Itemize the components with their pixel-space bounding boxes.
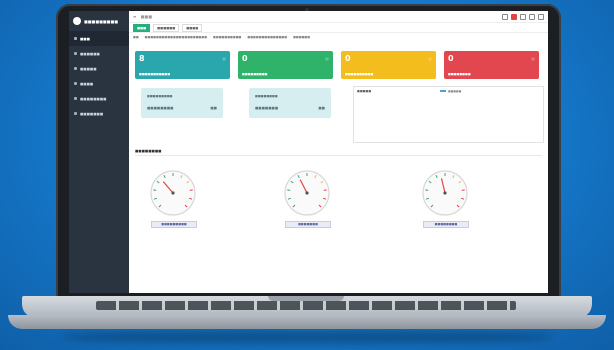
- chart-title: ■■■■■: [357, 89, 372, 93]
- gauges-section-title: ■■■■■■■■: [135, 149, 162, 153]
- sidebar-item-label: ■■■■: [80, 81, 94, 86]
- gauge-dial: [284, 170, 330, 216]
- legend-label: ■■■■■: [448, 89, 462, 93]
- topbar-left: ≡ ■■■: [133, 14, 152, 19]
- topbar-title: ■■■: [140, 14, 152, 19]
- topbar: ≡ ■■■: [129, 11, 548, 23]
- sidebar-item[interactable]: ■■■■■■: [69, 46, 129, 61]
- stat-card-label: ■■■■■■■■■■: [345, 72, 374, 76]
- list-icon: [74, 67, 77, 70]
- stat-card-value: 0: [448, 54, 454, 63]
- sidebar-item-label: ■■■■■■■■: [80, 96, 107, 101]
- gauge: [143, 163, 203, 223]
- laptop-shadow: [60, 330, 554, 344]
- gauge-label: ■■■■■■■: [285, 221, 331, 228]
- notification-icon[interactable]: [511, 13, 517, 20]
- user-icon[interactable]: [538, 13, 544, 20]
- stat-card-value: 0: [345, 54, 351, 63]
- mini-card-2[interactable]: ■■■■■■■■ ■■■■■■■ ■■: [249, 88, 331, 118]
- stat-card-icon: ▦: [428, 56, 432, 61]
- sidebar-item[interactable]: ■■■■: [69, 76, 129, 91]
- mini-card-title: ■■■■■■■■: [255, 94, 278, 98]
- breadcrumb: ■■ ■■■■■■■■■■■■■■■■■■■■■■ ■■■■■■■■■■ ■■■■■■…: [129, 33, 548, 41]
- stat-card-label: ■■■■■■■■: [448, 72, 471, 76]
- gauge-dial: [150, 170, 196, 216]
- brand[interactable]: ■■■■■■■■■: [69, 11, 129, 31]
- stat-card[interactable]: 0 ■■■■■■■■ ▦: [444, 51, 539, 79]
- legend-swatch: [440, 90, 446, 92]
- lid-notch: [268, 296, 344, 301]
- sidebar-item[interactable]: ■■■■■: [69, 61, 129, 76]
- stat-card-label: ■■■■■■■■■■■: [139, 72, 171, 76]
- sidebar-item-label: ■■■■■■■: [80, 111, 104, 116]
- gauge-hub: [305, 191, 309, 195]
- gauge-label: ■■■■■■■■■: [151, 221, 197, 228]
- chart-icon: [74, 97, 77, 100]
- gauge-label: ■■■■■■■■: [423, 221, 469, 228]
- stat-cards: 8 ■■■■■■■■■■■ ▦ 0 ■■■■■■■■■ ▦ 0 ■■■■■■■■■■ ▦ 0 ■■■…: [135, 51, 539, 79]
- laptop-base-lip: [8, 315, 606, 329]
- dashboard-content: 8 ■■■■■■■■■■■ ▦ 0 ■■■■■■■■■ ▦ 0 ■■■■■■■■■■ ▦ 0 ■■■…: [129, 41, 548, 293]
- mini-card-title: ■■■■■■■■■: [147, 94, 173, 98]
- stat-card-icon: ▦: [325, 56, 329, 61]
- stat-card-icon: ▦: [531, 56, 535, 61]
- section-divider: [135, 155, 542, 156]
- breadcrumb-item[interactable]: ■■■■■■■■■■■■■■: [247, 35, 287, 39]
- stat-card-value: 0: [242, 54, 248, 63]
- stat-card[interactable]: 8 ■■■■■■■■■■■ ▦: [135, 51, 230, 79]
- sidebar-item[interactable]: ■■■■■■■: [69, 106, 129, 121]
- breadcrumb-item[interactable]: ■■■■■■■■■■: [213, 35, 241, 39]
- tab[interactable]: ■■■■: [182, 23, 203, 32]
- gear-icon: [74, 82, 77, 85]
- tab[interactable]: ■■■■■■: [153, 23, 180, 32]
- gauge: [277, 163, 337, 223]
- monitor-icon: [74, 52, 77, 55]
- gauge-dial: [422, 170, 468, 216]
- mini-card-badge: ■■: [210, 106, 217, 110]
- gauge: [415, 163, 475, 223]
- laptop-mockup: ■■■■■■■■■ ■■■ ■■■■■■ ■■■■■ ■■■■ ■■■■■■■■ ■■■■…: [0, 0, 614, 350]
- sidebar-item[interactable]: ■■■: [69, 31, 129, 46]
- sidebar-item-label: ■■■■■■: [80, 51, 100, 56]
- breadcrumb-item[interactable]: ■■: [133, 35, 139, 39]
- stat-card[interactable]: 0 ■■■■■■■■■ ▦: [238, 51, 333, 79]
- logo-icon: [73, 17, 81, 25]
- mini-card-value: ■■■■■■■: [255, 106, 279, 110]
- breadcrumb-item[interactable]: ■■■■■■: [293, 35, 310, 39]
- brand-text: ■■■■■■■■■: [84, 18, 119, 24]
- main-area: ≡ ■■■ ■■■ ■■■■■■ ■■■■ ■■ ■■■■■■■■■■■■■■■■■■…: [129, 11, 548, 293]
- fullscreen-icon[interactable]: [520, 13, 526, 20]
- keyboard-strip: [96, 301, 516, 310]
- mini-card-badge: ■■: [318, 106, 325, 110]
- sidebar-item[interactable]: ■■■■■■■■: [69, 91, 129, 106]
- gauge-hub: [171, 191, 175, 195]
- mini-card-value: ■■■■■■■■: [147, 106, 174, 110]
- sidebar-item-label: ■■■: [80, 36, 90, 41]
- topbar-icons: [502, 13, 544, 20]
- sidebar: ■■■■■■■■■ ■■■ ■■■■■■ ■■■■■ ■■■■ ■■■■■■■■ ■■■■…: [69, 11, 129, 293]
- chart-panel: ■■■■■ ■■■■■: [353, 86, 544, 143]
- stat-card-value: 8: [139, 54, 145, 63]
- menu-icon: [74, 37, 77, 40]
- mini-card-1[interactable]: ■■■■■■■■■ ■■■■■■■■ ■■: [141, 88, 223, 118]
- gauge-hub: [443, 191, 447, 195]
- stat-card-label: ■■■■■■■■■: [242, 72, 268, 76]
- menu-toggle-icon[interactable]: ≡: [133, 14, 136, 19]
- sidebar-item-label: ■■■■■: [80, 66, 97, 71]
- breadcrumb-item[interactable]: ■■■■■■■■■■■■■■■■■■■■■■: [145, 35, 207, 39]
- stat-card-icon: ▦: [222, 56, 226, 61]
- tab-bar: ■■■ ■■■■■■ ■■■■: [129, 23, 548, 33]
- user-icon: [74, 112, 77, 115]
- tab[interactable]: ■■■: [133, 23, 151, 32]
- stat-card[interactable]: 0 ■■■■■■■■■■ ▦: [341, 51, 436, 79]
- laptop-screen: ■■■■■■■■■ ■■■ ■■■■■■ ■■■■■ ■■■■ ■■■■■■■■ ■■■■…: [69, 11, 548, 293]
- settings-icon[interactable]: [529, 13, 535, 20]
- search-icon[interactable]: [502, 13, 508, 20]
- chart-legend: ■■■■■: [440, 89, 461, 93]
